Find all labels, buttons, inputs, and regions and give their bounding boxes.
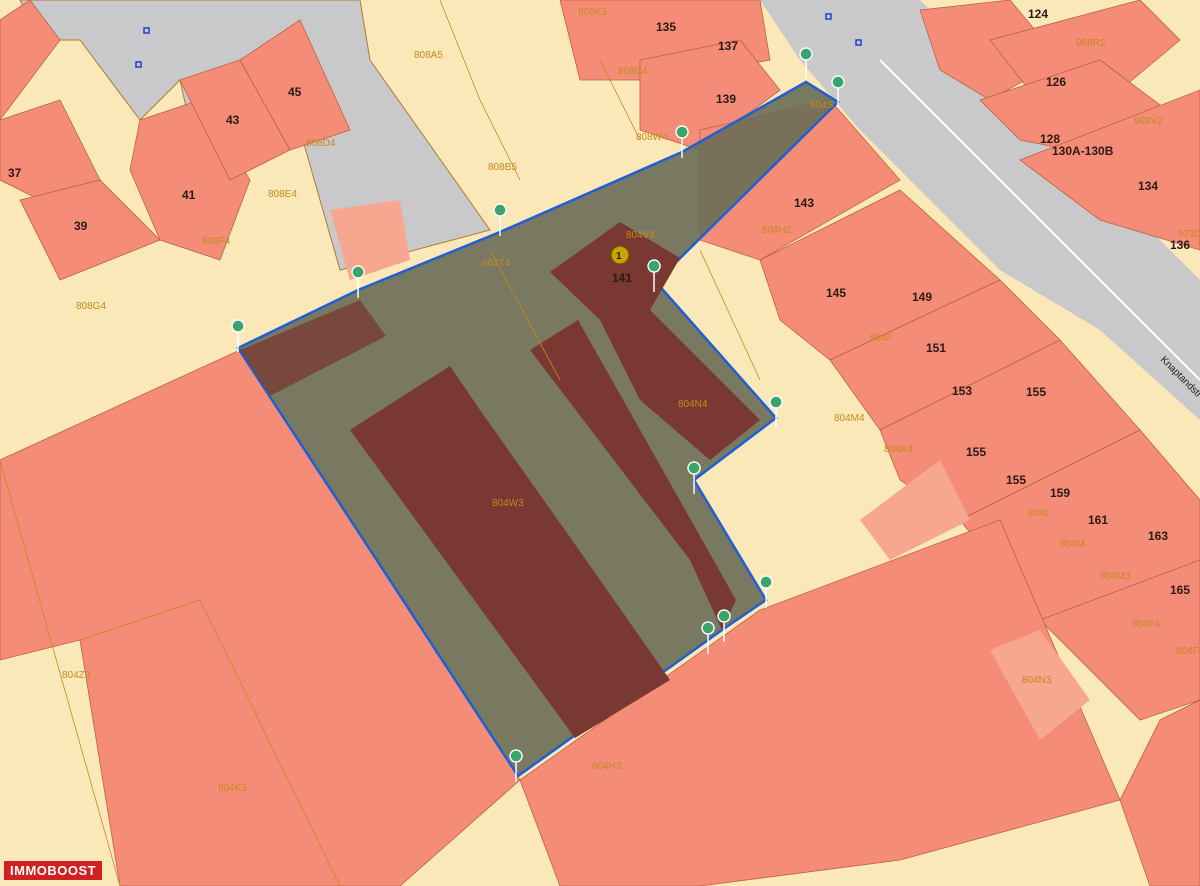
house-number: 155 [1006, 473, 1026, 487]
house-number: 149 [912, 290, 932, 304]
parcel-id: 973D [1178, 229, 1200, 240]
house-number: 165 [1170, 583, 1190, 597]
house-number: 43 [226, 113, 240, 127]
house-number: 145 [826, 286, 846, 300]
parcel-id: 804M3 [1100, 571, 1131, 582]
house-number: 45 [288, 85, 302, 99]
house-number: 968R2 [1076, 38, 1106, 49]
parcel-id: 804F [870, 333, 893, 344]
house-number: 126 [1046, 75, 1066, 89]
parcel-id: 808G4 [76, 301, 106, 312]
house-number: 151 [926, 341, 946, 355]
house-number: 163 [1148, 529, 1168, 543]
parcel-id: 804Z3 [62, 670, 91, 681]
parcel-id: 808C4 [618, 66, 648, 77]
parcel-id: 804T4 [482, 258, 511, 269]
house-number: 159 [1050, 486, 1070, 500]
parcel-id: 804K4 [884, 444, 913, 455]
cadastral-map[interactable]: 124 135 137 126 968R2 45 43 139 128 130A… [0, 0, 1200, 886]
parcel-id: 804V4 [626, 230, 655, 241]
parcel-id: 808D4 [306, 138, 336, 149]
house-number: 161 [1088, 513, 1108, 527]
house-number: 41 [182, 188, 196, 202]
parcel-id: 968V2 [1134, 116, 1163, 127]
house-number: 153 [952, 384, 972, 398]
brand-logo: IMMOBOOST [4, 861, 103, 880]
house-number: 155 [966, 445, 986, 459]
parcel-id: 804H3 [592, 761, 622, 772]
parcel-id: 808K3 [578, 7, 607, 18]
house-number: 143 [794, 196, 814, 210]
parcel-id: 804W3 [492, 498, 524, 509]
house-number: 130A-130B [1052, 144, 1114, 158]
parcel-id: 804F4 [1132, 619, 1161, 630]
parcel-id: 804K3 [218, 783, 247, 794]
parcel-id: 804N4 [678, 399, 708, 410]
house-number: 136 [1170, 238, 1190, 252]
marker-label: 1 [616, 251, 622, 262]
parcel-id: 808B5 [488, 162, 517, 173]
location-marker[interactable]: 1 [610, 245, 630, 265]
house-number: 141 [612, 271, 632, 285]
house-number: 135 [656, 20, 676, 34]
house-number: 134 [1138, 179, 1158, 193]
parcel-id: 804L [1028, 508, 1051, 519]
parcel-id: 804S [810, 100, 834, 111]
house-number: 124 [1028, 7, 1048, 21]
house-number: 37 [8, 166, 22, 180]
parcel-id: 808A5 [414, 50, 443, 61]
house-number: 137 [718, 39, 738, 53]
parcel-id: 804H2 [762, 225, 792, 236]
house-number: 155 [1026, 385, 1046, 399]
parcel-id: 804M4 [834, 413, 865, 424]
house-number: 139 [716, 92, 736, 106]
parcel-id: 804F [1176, 646, 1199, 657]
parcel-id: 804N3 [1022, 675, 1052, 686]
house-number: 39 [74, 219, 88, 233]
parcel-id: 808W4 [636, 132, 668, 143]
parcel-id: 804M [1060, 539, 1085, 550]
parcel-id: 808E4 [268, 189, 297, 200]
parcel-id: 808F4 [202, 236, 231, 247]
